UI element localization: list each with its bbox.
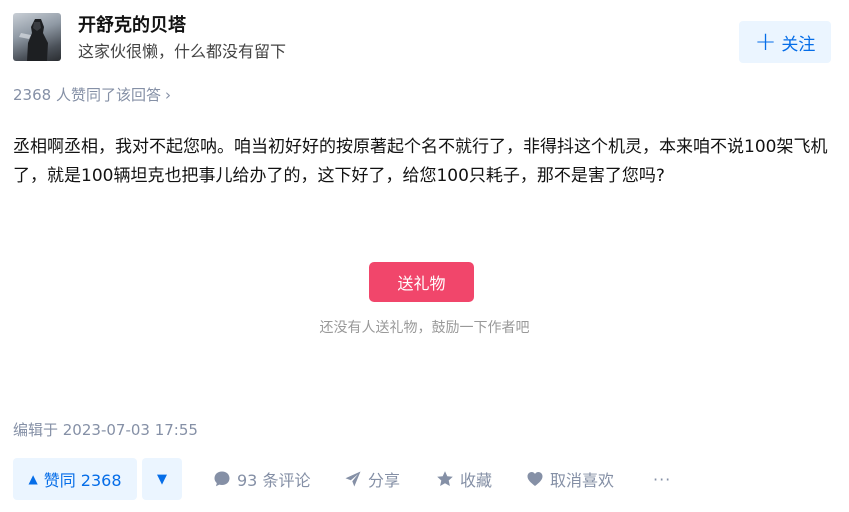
action-bar: ▲ 赞同 2368 ▼ 93 条评论 分享 收藏 取消喜欢 ···	[13, 458, 849, 500]
collect-button[interactable]: 收藏	[436, 458, 492, 500]
vote-down-button[interactable]: ▼	[142, 458, 182, 500]
vote-up-button[interactable]: ▲ 赞同 2368	[13, 458, 137, 500]
follow-label: 关注	[781, 34, 816, 55]
share-label: 分享	[368, 471, 401, 490]
send-gift-button[interactable]: 送礼物	[369, 262, 474, 302]
avatar[interactable]	[13, 13, 61, 61]
author-header: 开舒克的贝塔 这家伙很懒，什么都没有留下 + 关注	[13, 13, 831, 67]
star-icon	[437, 471, 453, 486]
avatar-image	[19, 19, 48, 61]
plus-icon: +	[754, 27, 777, 57]
triangle-down-icon: ▼	[157, 471, 167, 487]
author-bio: 这家伙很懒，什么都没有留下	[78, 42, 287, 61]
vote-up-label: 赞同 2368	[43, 471, 122, 490]
edit-timestamp: 编辑于 2023-07-03 17:55	[13, 421, 198, 439]
more-options-button[interactable]: ···	[653, 458, 671, 500]
more-icon: ···	[653, 469, 672, 489]
comment-label: 93 条评论	[237, 471, 311, 490]
voters-text: 2368 人赞同了该回答	[13, 86, 161, 104]
answer-content: 丞相啊丞相，我对不起您呐。咱当初好好的按原著起个名不就行了，非得抖这个机灵，本来…	[13, 137, 828, 186]
author-name[interactable]: 开舒克的贝塔	[78, 13, 186, 39]
comment-button[interactable]: 93 条评论	[213, 458, 310, 500]
comment-icon	[214, 471, 230, 487]
unlike-button[interactable]: 取消喜欢	[526, 458, 614, 500]
voters-link[interactable]: 2368 人赞同了该回答 ›	[13, 84, 171, 106]
heart-icon	[527, 472, 543, 486]
collect-label: 收藏	[460, 471, 493, 490]
unlike-label: 取消喜欢	[550, 471, 615, 490]
answer-card: 开舒克的贝塔 这家伙很懒，什么都没有留下 + 关注 2368 人赞同了该回答 › …	[0, 0, 849, 512]
follow-button[interactable]: + 关注	[739, 21, 831, 63]
paper-plane-icon	[345, 471, 361, 487]
chevron-right-icon: ›	[164, 86, 171, 104]
share-button[interactable]: 分享	[344, 458, 400, 500]
triangle-up-icon: ▲	[28, 472, 38, 486]
gift-hint: 还没有人送礼物，鼓励一下作者吧	[319, 320, 530, 336]
